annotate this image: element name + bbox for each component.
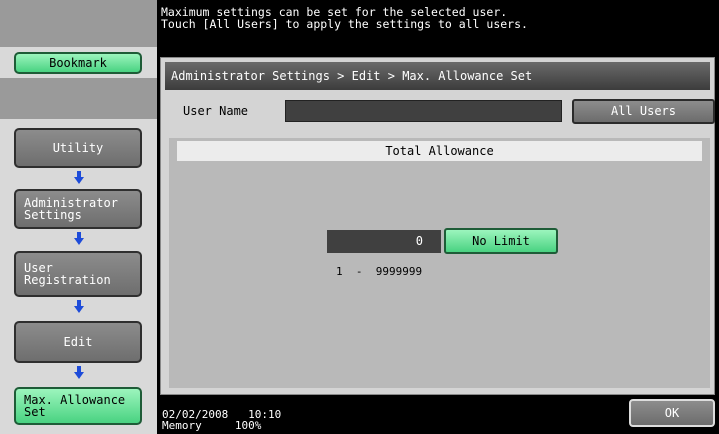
user-name-field[interactable] [285, 100, 562, 122]
total-allowance-header: Total Allowance [177, 141, 702, 161]
arrow-down-icon [74, 300, 84, 313]
sidebar-item-label: Settings [24, 208, 82, 222]
sidebar-item-max-allowance-set[interactable]: Max. Allowance Set [14, 387, 142, 425]
allowance-range: 1 - 9999999 [336, 265, 423, 278]
sidebar-item-label: Edit [63, 335, 93, 349]
bookmark-label: Bookmark [49, 56, 107, 70]
allowance-value-field[interactable]: 0 [327, 230, 441, 253]
sidebar-item-edit[interactable]: Edit [14, 321, 142, 363]
bookmark-button[interactable]: Bookmark [14, 52, 142, 74]
memory-label: Memory [162, 419, 202, 432]
no-limit-button[interactable]: No Limit [444, 228, 558, 254]
sidebar-item-label: Registration [24, 273, 111, 287]
status-datetime: 02/02/2008 10:10 Memory 100% [162, 409, 281, 431]
sidebar-item-administrator-settings[interactable]: Administrator Settings [14, 189, 142, 229]
sidebar-stripe [0, 78, 157, 119]
arrow-down-icon [74, 171, 84, 184]
ok-button[interactable]: OK [629, 399, 715, 427]
sidebar-stripe [0, 0, 157, 47]
breadcrumb: Administrator Settings > Edit > Max. All… [165, 62, 710, 90]
user-name-label: User Name [183, 104, 249, 118]
total-allowance-section: Total Allowance [169, 138, 710, 388]
all-users-button[interactable]: All Users [572, 99, 715, 124]
sidebar-item-label: Utility [52, 141, 104, 155]
arrow-down-icon [74, 366, 84, 379]
message-line: Touch [All Users] to apply the settings … [161, 17, 528, 31]
sidebar-item-user-registration[interactable]: User Registration [14, 251, 142, 297]
sidebar-item-utility[interactable]: Utility [14, 128, 142, 168]
memory-value: 100% [234, 419, 262, 432]
sidebar: Bookmark Utility Administrator Settings … [0, 0, 157, 434]
sidebar-item-label: Set [24, 405, 46, 419]
main-panel: Administrator Settings > Edit > Max. All… [160, 57, 715, 395]
arrow-down-icon [74, 232, 84, 245]
instruction-message: Maximum settings can be set for the sele… [161, 6, 711, 30]
